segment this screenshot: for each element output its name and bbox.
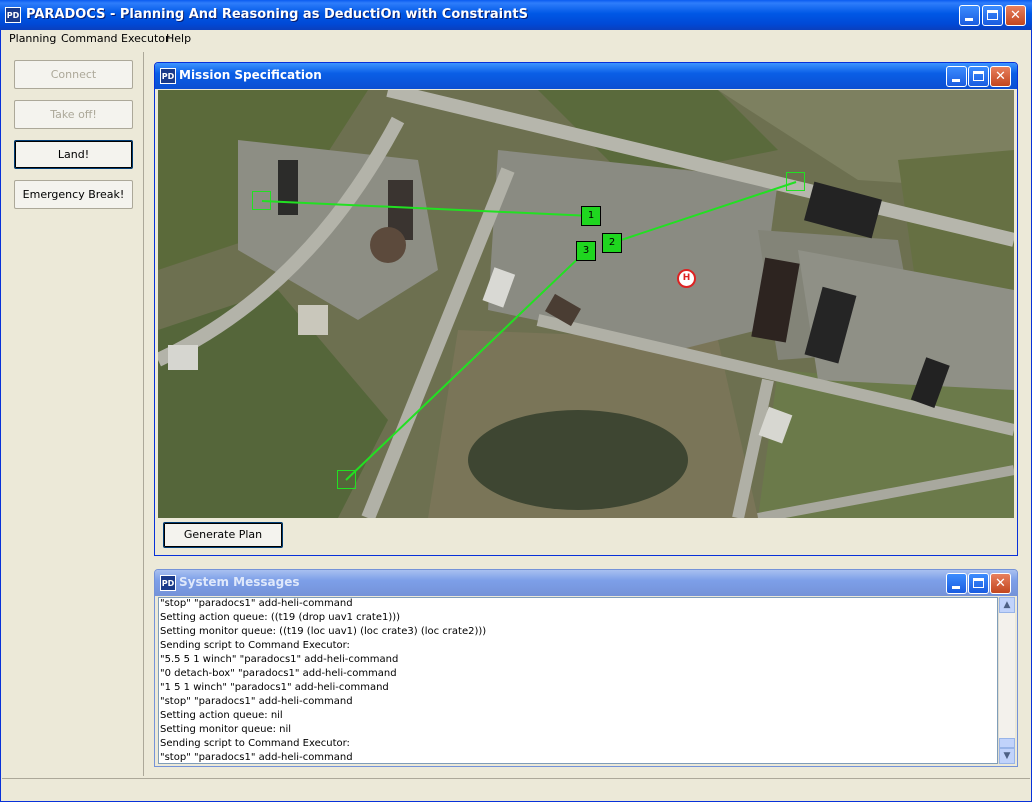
mission-close-button[interactable]: ✕ xyxy=(990,66,1011,87)
message-line: Sending script to Command Executor: xyxy=(160,738,350,749)
message-line: "5.5 5 1 winch" "paradocs1" add-heli-com… xyxy=(160,654,399,665)
control-panel: Connect Take off! Land! Emergency Break! xyxy=(2,52,144,776)
emergency-break-button[interactable]: Emergency Break! xyxy=(14,180,133,209)
app-icon: PD xyxy=(5,7,21,23)
messages-close-button[interactable]: ✕ xyxy=(990,573,1011,594)
message-line: "1 5 1 winch" "paradocs1" add-heli-comma… xyxy=(160,682,389,693)
menu-command-executor[interactable]: Command Executor xyxy=(61,32,170,45)
start-marker[interactable] xyxy=(252,191,271,210)
title-bar[interactable]: PD PARADOCS - Planning And Reasoning as … xyxy=(0,0,1032,30)
message-line: Sending script to Command Executor: xyxy=(160,640,350,651)
message-line: Setting action queue: ((t19 (drop uav1 c… xyxy=(160,612,401,623)
close-icon: ✕ xyxy=(995,576,1006,591)
maximize-icon xyxy=(973,71,984,81)
maximize-icon xyxy=(973,578,984,588)
minimize-icon xyxy=(952,586,960,589)
message-line: Setting monitor queue: nil xyxy=(160,724,292,735)
route-segment xyxy=(611,181,797,244)
take-off-button[interactable]: Take off! xyxy=(14,100,133,129)
heliport-marker[interactable]: H xyxy=(677,269,696,288)
frame-icon: PD xyxy=(160,68,176,84)
message-line: "stop" "paradocs1" add-heli-command xyxy=(160,696,353,707)
waypoint-3[interactable]: 3 xyxy=(576,241,596,261)
messages-title-bar[interactable]: PD System Messages ✕ xyxy=(155,570,1017,596)
status-bar xyxy=(2,778,1030,801)
minimize-icon xyxy=(952,79,960,82)
messages-maximize-button[interactable] xyxy=(968,573,989,594)
aerial-map[interactable]: 1 2 3 H xyxy=(158,90,1014,518)
frame-icon: PD xyxy=(160,575,176,591)
messages-title: System Messages xyxy=(179,575,300,589)
message-line: "stop" "paradocs1" add-heli-command xyxy=(160,598,353,609)
minimize-icon xyxy=(965,18,973,21)
menu-planning[interactable]: Planning xyxy=(9,32,56,45)
maximize-icon xyxy=(987,10,998,20)
scroll-down-button[interactable]: ▼ xyxy=(999,748,1015,764)
route-segment xyxy=(261,200,593,217)
chevron-up-icon: ▲ xyxy=(1003,600,1011,610)
message-line: Setting action queue: nil xyxy=(160,710,283,721)
mission-maximize-button[interactable] xyxy=(968,66,989,87)
route-segment xyxy=(345,250,587,481)
start-marker[interactable] xyxy=(786,172,805,191)
close-icon: ✕ xyxy=(995,69,1006,84)
minimize-button[interactable] xyxy=(959,5,980,26)
mission-title: Mission Specification xyxy=(179,68,322,82)
message-line: "stop" "paradocs1" add-heli-command xyxy=(160,752,353,763)
window-title: PARADOCS - Planning And Reasoning as Ded… xyxy=(26,7,528,22)
message-line: "0 detach-box" "paradocs1" add-heli-comm… xyxy=(160,668,397,679)
messages-minimize-button[interactable] xyxy=(946,573,967,594)
messages-log[interactable]: "stop" "paradocs1" add-heli-command Sett… xyxy=(158,597,998,764)
chevron-down-icon: ▼ xyxy=(1003,751,1011,761)
close-button[interactable]: ✕ xyxy=(1005,5,1026,26)
message-line: Setting monitor queue: ((t19 (loc uav1) … xyxy=(160,626,487,637)
menu-bar: Planning Command Executor Help xyxy=(2,30,1030,49)
mission-title-bar[interactable]: PD Mission Specification ✕ xyxy=(155,63,1017,89)
connect-button[interactable]: Connect xyxy=(14,60,133,89)
close-icon: ✕ xyxy=(1010,8,1021,23)
route-overlay xyxy=(261,181,797,481)
waypoint-2[interactable]: 2 xyxy=(602,233,622,253)
land-button[interactable]: Land! xyxy=(14,140,133,169)
menu-help[interactable]: Help xyxy=(166,32,191,45)
generate-plan-button[interactable]: Generate Plan xyxy=(163,522,283,548)
messages-scrollbar[interactable]: ▲ ▼ xyxy=(998,597,1015,764)
start-marker[interactable] xyxy=(337,470,356,489)
scroll-up-button[interactable]: ▲ xyxy=(999,597,1015,613)
scroll-thumb[interactable] xyxy=(999,738,1015,748)
mission-minimize-button[interactable] xyxy=(946,66,967,87)
maximize-button[interactable] xyxy=(982,5,1003,26)
waypoint-1[interactable]: 1 xyxy=(581,206,601,226)
